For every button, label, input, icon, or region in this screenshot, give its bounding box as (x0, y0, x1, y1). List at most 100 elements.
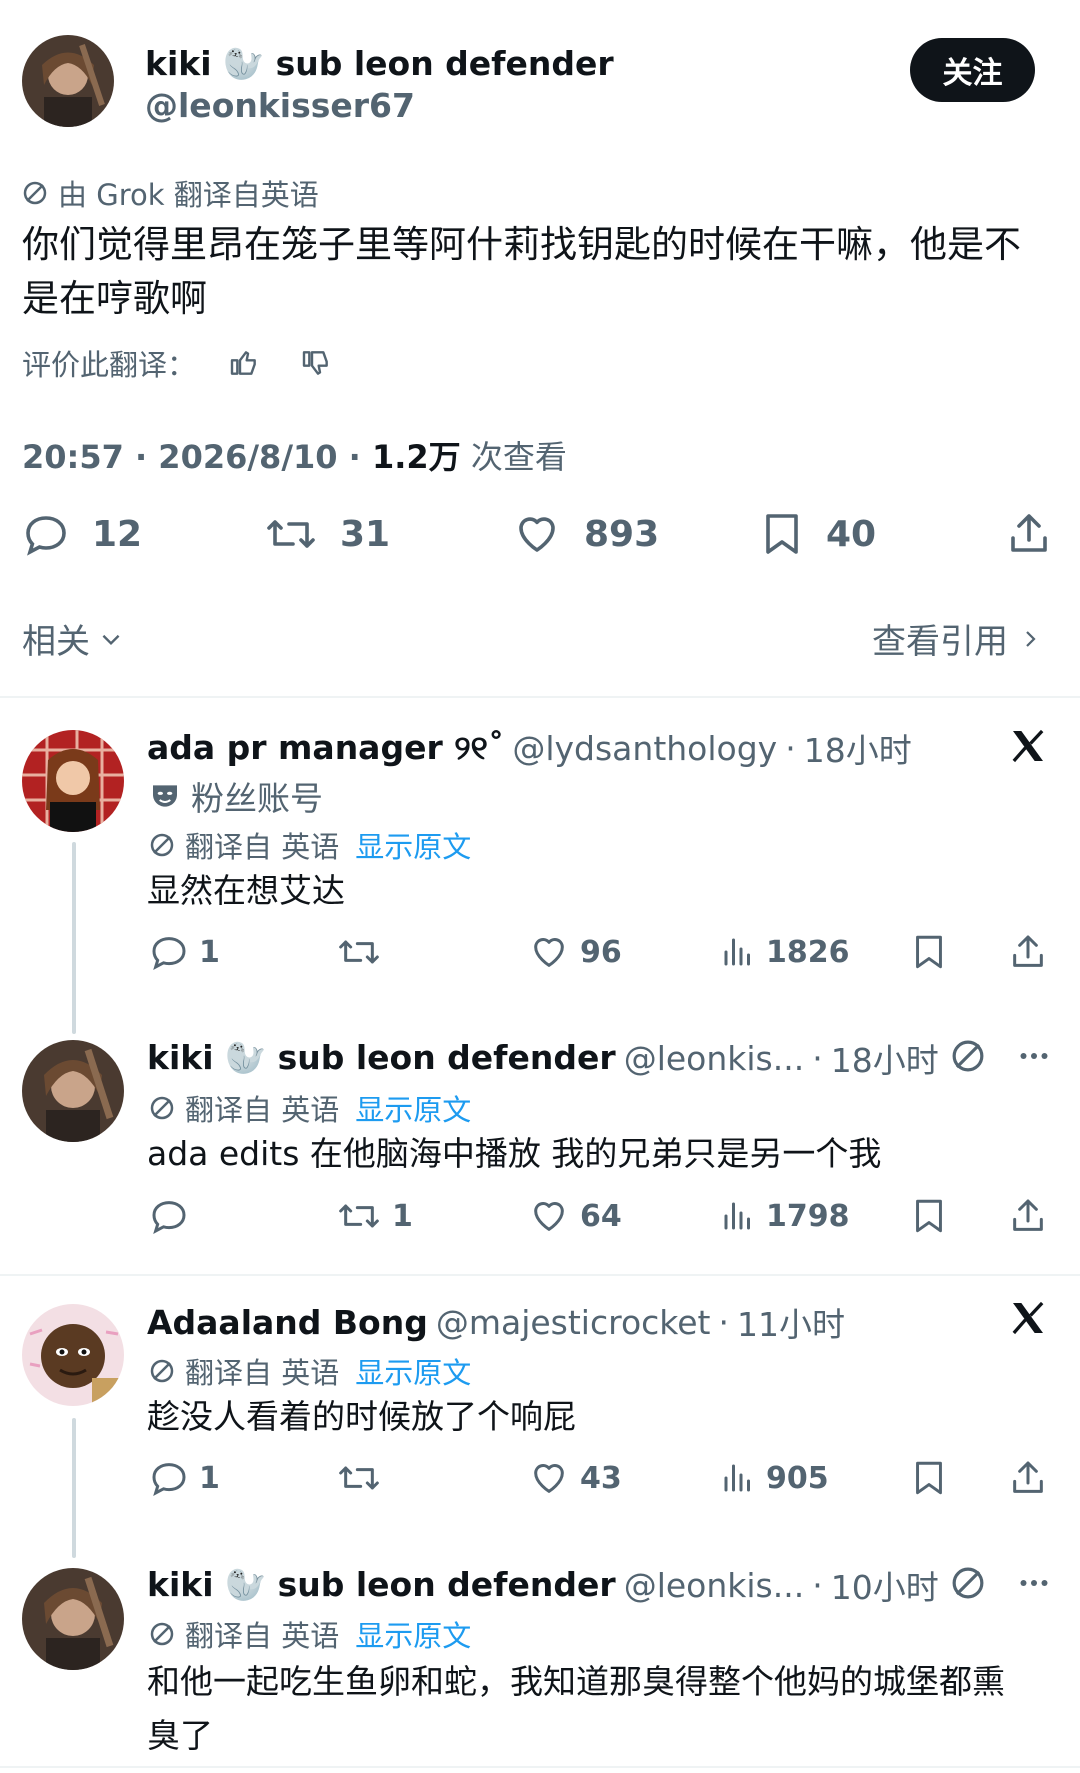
avatar[interactable] (22, 1568, 124, 1670)
like-button[interactable]: 96 (528, 932, 622, 972)
translate-icon (950, 1565, 986, 1601)
view-quotes-link[interactable]: 查看引用 (872, 614, 1042, 663)
show-original-link[interactable]: 显示原文 (355, 1613, 471, 1655)
bookmark-icon[interactable] (911, 932, 947, 972)
show-original-link[interactable]: 显示原文 (355, 1350, 471, 1392)
divider (0, 696, 1080, 698)
heart-icon (528, 1458, 570, 1498)
quotes-label: 查看引用 (872, 622, 1008, 662)
translation-row: 翻译自 英语 显示原文 (149, 1087, 471, 1129)
thumbs-down-icon[interactable] (300, 347, 332, 379)
translation-note: 由 Grok 翻译自英语 (58, 178, 319, 212)
avatar[interactable] (22, 730, 124, 832)
tweet-time[interactable]: 20:57 (22, 438, 124, 476)
chevron-right-icon (1018, 626, 1042, 652)
author-handle[interactable]: @leonkis... (624, 1039, 805, 1078)
author-handle[interactable]: @majesticrocket (436, 1303, 711, 1342)
like-button[interactable]: 43 (528, 1458, 622, 1498)
divider (0, 1766, 1080, 1768)
translate-icon (950, 1038, 986, 1074)
reply-time[interactable]: 11小时 (737, 1298, 845, 1346)
views-button[interactable]: 1798 (720, 1196, 850, 1236)
rate-translation-row: 评价此翻译： (22, 342, 332, 384)
x-logo-icon[interactable] (1008, 1298, 1048, 1338)
heart-icon (528, 932, 570, 972)
show-original-link[interactable]: 显示原文 (355, 1087, 471, 1129)
views-count: 1.2万 (371, 438, 461, 476)
author-name[interactable]: Adaaland Bong (147, 1303, 428, 1342)
divider (0, 1274, 1080, 1276)
share-button[interactable] (1005, 510, 1053, 558)
bookmark-count: 40 (826, 513, 877, 555)
reply-icon (149, 932, 189, 972)
tweet-date[interactable]: 2026/8/10 (158, 438, 337, 476)
translation-row: 翻译自 英语 显示原文 (149, 1613, 471, 1655)
retweet-count: 31 (340, 513, 391, 555)
views-button[interactable]: 905 (720, 1458, 829, 1498)
translation-row: 翻译自 英语 显示原文 (149, 1350, 471, 1392)
chevron-down-icon (98, 626, 124, 652)
retweet-icon (336, 1458, 382, 1498)
author-name[interactable]: kiki 🦭 sub leon defender (147, 1038, 616, 1078)
translation-prefix: 翻译自 英语 (185, 1093, 340, 1127)
translation-prefix: 翻译自 英语 (185, 1356, 340, 1390)
author-name[interactable]: ada pr manager ୨୧˚ (147, 728, 504, 768)
timestamp-row: 20:57 · 2026/8/10 · 1.2万 次查看 (22, 438, 567, 476)
reply-text: 显然在想艾达 (147, 871, 345, 910)
reply-button[interactable] (149, 1196, 199, 1236)
author-name[interactable]: kiki 🦭 sub leon defender (145, 44, 614, 84)
share-icon[interactable] (1008, 1196, 1048, 1236)
heart-icon (528, 1196, 570, 1236)
translate-icon (149, 1621, 175, 1647)
translate-icon (149, 1358, 175, 1384)
reply-header: kiki 🦭 sub leon defender @leonkis... · 1… (147, 1561, 939, 1609)
views-label: 次查看 (470, 438, 567, 476)
author-handle[interactable]: @lydsanthology (512, 729, 777, 768)
retweet-button[interactable] (336, 1458, 392, 1498)
share-icon[interactable] (1008, 1458, 1048, 1498)
thread-line (72, 842, 76, 1034)
reply-header: kiki 🦭 sub leon defender @leonkis... · 1… (147, 1034, 939, 1082)
reply-time[interactable]: 18小时 (804, 724, 912, 772)
retweet-count: 1 (392, 1198, 413, 1234)
author-handle[interactable]: @leonkis... (624, 1566, 805, 1605)
like-button[interactable]: 64 (528, 1196, 622, 1236)
show-original-link[interactable]: 显示原文 (355, 824, 471, 866)
retweet-icon (336, 932, 382, 972)
reply-button[interactable]: 1 (149, 1458, 220, 1498)
translation-prefix: 翻译自 英语 (185, 830, 340, 864)
retweet-button[interactable]: 31 (264, 510, 390, 558)
retweet-button[interactable]: 1 (336, 1196, 413, 1236)
x-logo-icon[interactable] (1008, 726, 1048, 766)
reply-time[interactable]: 10小时 (831, 1561, 939, 1609)
avatar[interactable] (22, 1304, 124, 1406)
reply-text: 趁没人看着的时候放了个响屁 (147, 1397, 576, 1436)
thread-line (72, 1418, 76, 1558)
reply-icon (149, 1196, 189, 1236)
more-options-icon[interactable] (1016, 1565, 1052, 1601)
bookmark-icon[interactable] (911, 1196, 947, 1236)
reply-button[interactable]: 12 (22, 510, 142, 558)
avatar[interactable] (22, 35, 114, 127)
share-icon[interactable] (1008, 932, 1048, 972)
like-button[interactable]: 893 (512, 510, 659, 558)
author-name[interactable]: kiki 🦭 sub leon defender (147, 1565, 616, 1605)
bar-chart-icon (720, 932, 756, 972)
views-count: 1798 (766, 1198, 850, 1234)
views-count: 905 (766, 1460, 829, 1496)
retweet-button[interactable] (336, 932, 392, 972)
translation-row: 翻译自 英语 显示原文 (149, 824, 471, 866)
thumbs-up-icon[interactable] (228, 347, 260, 379)
more-options-icon[interactable] (1016, 1038, 1052, 1074)
views-button[interactable]: 1826 (720, 932, 850, 972)
bar-chart-icon (720, 1458, 756, 1498)
bookmark-button[interactable]: 40 (760, 510, 876, 558)
reply-icon (22, 510, 70, 558)
avatar[interactable] (22, 1040, 124, 1142)
reply-button[interactable]: 1 (149, 932, 220, 972)
related-dropdown[interactable]: 相关 (22, 614, 124, 663)
bookmark-icon[interactable] (911, 1458, 947, 1498)
author-handle[interactable]: @leonkisser67 (145, 86, 415, 125)
reply-time[interactable]: 18小时 (831, 1034, 939, 1082)
follow-button[interactable]: 关注 (910, 38, 1035, 102)
